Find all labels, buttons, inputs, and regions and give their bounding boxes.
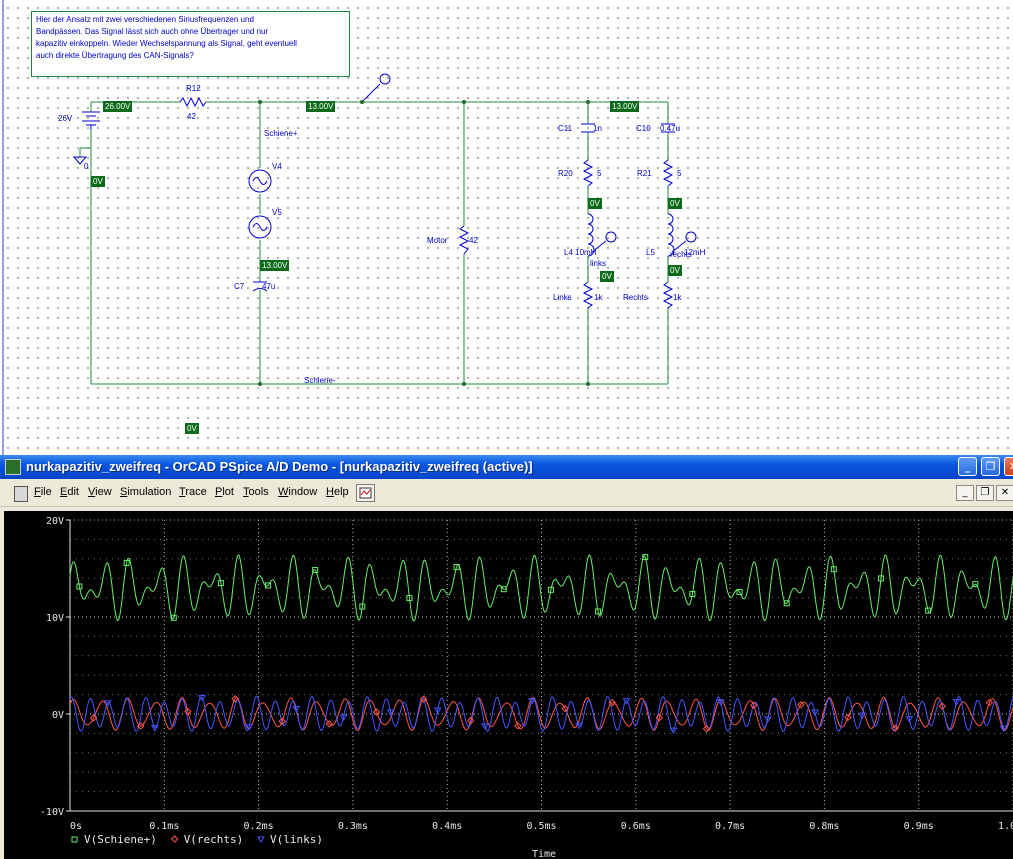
- legend-label: V(Schiene+): [84, 833, 157, 846]
- x-tick-label: 0.6ms: [621, 821, 651, 832]
- voltage-marker[interactable]: 13.00V: [610, 101, 640, 112]
- voltage-marker[interactable]: 0V: [91, 176, 105, 187]
- voltage-marker[interactable]: 13.00V: [260, 260, 290, 271]
- voltage-marker[interactable]: 26.00V: [103, 101, 133, 112]
- schematic-canvas[interactable]: Hier der Ansatz mit zwei verschiedenen S…: [0, 0, 1013, 455]
- c11-value: 1n: [593, 124, 602, 133]
- x-tick-label: 0.2ms: [244, 821, 274, 832]
- trace-line: [69, 696, 1013, 733]
- c7-value: 47u: [262, 282, 276, 291]
- minimize-button[interactable]: _: [958, 457, 977, 476]
- r12-value: 42: [187, 112, 196, 121]
- y-tick-label: 10V: [46, 613, 64, 624]
- title-bar[interactable]: nurkapazitiv_zweifreq - OrCAD PSpice A/D…: [0, 455, 1013, 479]
- probe-plot[interactable]: 20V 10V 0V -10V 0s 0.1ms 0.2ms 0.3ms 0.4ms 0.5ms…: [4, 511, 1013, 859]
- rechts-resistor-value: 1k: [673, 293, 682, 302]
- restore-button[interactable]: ❐: [981, 457, 1000, 476]
- motor-value: 42: [469, 236, 478, 245]
- schiene-minus-label: Schiene-: [304, 376, 336, 385]
- voltage-marker[interactable]: 0V: [588, 198, 602, 209]
- rechts-probe-label: rechts: [670, 250, 692, 259]
- menu-trace[interactable]: Trace: [179, 486, 207, 498]
- legend-label: V(rechts): [184, 833, 244, 846]
- c11-label: C11: [558, 124, 573, 133]
- menu-help[interactable]: Help: [326, 486, 349, 498]
- menu-plot[interactable]: Plot: [215, 486, 234, 498]
- app-icon[interactable]: [5, 459, 21, 475]
- doc-restore-button[interactable]: ❐: [976, 485, 994, 501]
- l5-label: L5: [646, 248, 655, 257]
- v5-label: V5: [272, 208, 282, 217]
- links-probe-label: links: [590, 259, 607, 268]
- links-resistor-value: 1k: [594, 293, 603, 302]
- doc-close-button[interactable]: ✕: [996, 485, 1013, 501]
- legend-marker: [170, 835, 179, 843]
- menu-bar: File Edit View Simulation Trace Plot Too…: [0, 480, 1013, 507]
- document-icon[interactable]: [14, 486, 28, 502]
- r12-label: R12: [186, 84, 201, 93]
- r21-label: R21: [637, 169, 652, 178]
- pspice-window: nurkapazitiv_zweifreq - OrCAD PSpice A/D…: [0, 455, 1013, 859]
- x-tick-label: 0s: [70, 821, 82, 832]
- x-axis-label: Time: [532, 849, 556, 859]
- l4-label: L4 10mH: [564, 248, 597, 257]
- menu-simulation[interactable]: Simulation: [120, 486, 171, 498]
- y-tick-label: 20V: [46, 516, 64, 527]
- rechts-resistor-label: Rechts: [623, 293, 648, 302]
- x-axis-ticks: 0s 0.1ms 0.2ms 0.3ms 0.4ms 0.5ms 0.6ms 0.7ms 0.8…: [70, 821, 1013, 832]
- ground-label: 0: [84, 162, 89, 171]
- legend-marker: [71, 836, 78, 843]
- plot-legend: V(Schiene+) V(rechts) V(links): [71, 833, 323, 846]
- x-tick-label: 0.4ms: [432, 821, 462, 832]
- legend-label: V(links): [270, 833, 323, 846]
- x-tick-label: 0.3ms: [338, 821, 368, 832]
- y-tick-label: -10V: [40, 807, 64, 818]
- menu-window[interactable]: Window: [278, 486, 317, 498]
- doc-minimize-button[interactable]: _: [956, 485, 974, 501]
- y-axis-ticks: 20V 10V 0V -10V: [40, 516, 70, 818]
- r21-value: 5: [677, 169, 682, 178]
- x-tick-label: 1.0ms: [998, 821, 1013, 832]
- voltage-marker[interactable]: 0V: [600, 271, 614, 282]
- mode-toggle-icon[interactable]: [356, 484, 375, 502]
- x-tick-label: 0.5ms: [526, 821, 556, 832]
- plot-traces: [69, 554, 1013, 733]
- motor-label: Motor: [427, 236, 448, 245]
- voltage-marker[interactable]: 13.00V: [306, 101, 336, 112]
- menu-edit[interactable]: Edit: [60, 486, 79, 498]
- menu-tools[interactable]: Tools: [243, 486, 269, 498]
- menu-file[interactable]: File: [34, 486, 52, 498]
- voltage-marker[interactable]: 0V: [668, 265, 682, 276]
- x-tick-label: 0.8ms: [809, 821, 839, 832]
- r20-value: 5: [597, 169, 602, 178]
- c10-label: C10: [636, 124, 651, 133]
- legend-marker: [257, 836, 265, 843]
- close-button[interactable]: ✕: [1004, 457, 1013, 476]
- menu-view[interactable]: View: [88, 486, 112, 498]
- schiene-plus-label: Schiene+: [264, 129, 298, 138]
- voltage-marker[interactable]: 0V: [668, 198, 682, 209]
- left-ruler-line: [2, 0, 4, 455]
- r20-label: R20: [558, 169, 573, 178]
- voltage-marker[interactable]: 0V: [185, 423, 199, 434]
- plot-svg: 20V 10V 0V -10V 0s 0.1ms 0.2ms 0.3ms 0.4ms 0.5ms…: [40, 516, 1013, 859]
- links-resistor-label: Links: [553, 293, 572, 302]
- v4-label: V4: [272, 162, 282, 171]
- y-tick-label: 0V: [52, 710, 64, 721]
- x-tick-label: 0.9ms: [904, 821, 934, 832]
- trace-marker: [150, 725, 159, 732]
- x-tick-label: 0.7ms: [715, 821, 745, 832]
- battery-label: 26V: [58, 114, 73, 123]
- plot-markers: [76, 554, 1008, 735]
- schematic-wires: [72, 73, 697, 386]
- c7-label: C7: [234, 282, 245, 291]
- window-title: nurkapazitiv_zweifreq - OrCAD PSpice A/D…: [26, 459, 533, 474]
- c10-value: 0.47u: [660, 124, 681, 133]
- plot-grid: [69, 519, 1013, 812]
- x-tick-label: 0.1ms: [149, 821, 179, 832]
